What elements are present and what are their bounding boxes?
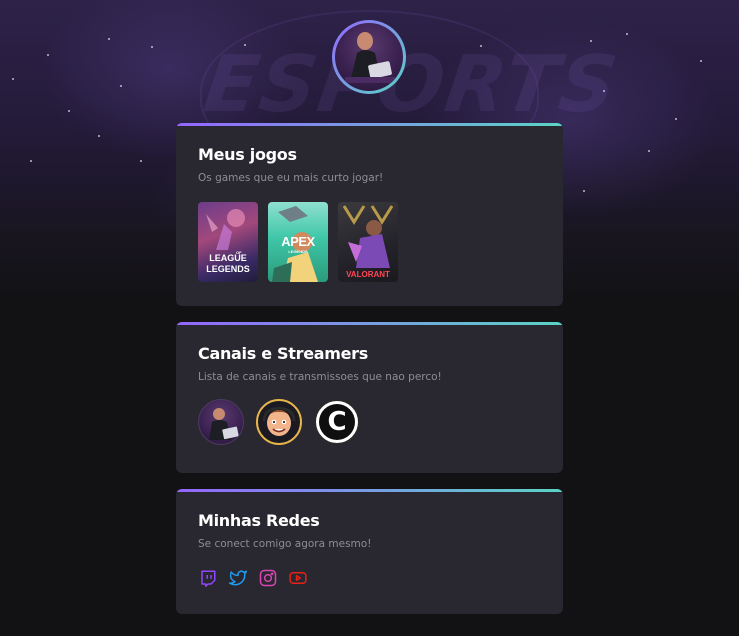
twitter-icon[interactable] (228, 568, 248, 588)
game-art-title: APEX (281, 234, 315, 249)
socials-subtitle: Se conect comigo agora mesmo! (198, 538, 372, 550)
streamers-list: C (198, 399, 541, 445)
game-league-of-legends[interactable]: LEAGUE OF LEGENDS (198, 202, 258, 282)
game-apex-legends[interactable]: APEX LEGENDS (268, 202, 328, 282)
channel-logo-icon[interactable]: C (314, 399, 360, 445)
cartoon-streamer-avatar-icon[interactable] (256, 399, 302, 445)
games-title: Meus jogos (198, 145, 297, 164)
youtube-icon[interactable] (288, 568, 308, 588)
games-card: Meus jogos Os games que eu mais curto jo… (176, 123, 563, 306)
streamers-title: Canais e Streamers (198, 344, 368, 363)
socials-list (198, 568, 541, 588)
profile-avatar[interactable] (332, 20, 406, 94)
channel-logo-letter: C (327, 407, 347, 437)
socials-card: Minhas Redes Se conect comigo agora mesm… (176, 489, 563, 614)
streamer-avatar-icon[interactable] (198, 399, 244, 445)
socials-title: Minhas Redes (198, 511, 320, 530)
streamers-subtitle: Lista de canais e transmissoes que nao p… (198, 371, 442, 383)
game-art-title: VALORANT (346, 270, 390, 279)
game-art-subtitle: LEGENDS (288, 249, 308, 254)
streamers-card: Canais e Streamers Lista de canais e tra… (176, 322, 563, 473)
user-avatar-icon (335, 23, 403, 91)
instagram-icon[interactable] (258, 568, 278, 588)
game-art-subtitle: LEGENDS (206, 264, 250, 274)
twitch-icon[interactable] (198, 568, 218, 588)
games-list: LEAGUE OF LEGENDS APEX LEGENDS VALORANT (198, 202, 541, 282)
game-art-small: OF (236, 250, 242, 255)
games-subtitle: Os games que eu mais curto jogar! (198, 172, 384, 184)
game-valorant[interactable]: VALORANT (338, 202, 398, 282)
game-art-title: LEAGUE (209, 253, 247, 263)
